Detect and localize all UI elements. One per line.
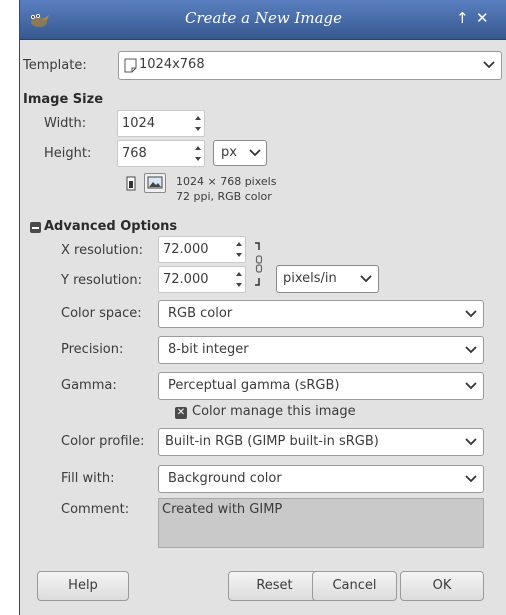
size-unit-value: px <box>221 145 237 160</box>
y-resolution-input[interactable]: 72.000 <box>158 266 246 293</box>
y-resolution-label: Y resolution: <box>61 273 142 288</box>
gamma-dropdown[interactable]: Perceptual gamma (sRGB) <box>158 372 484 400</box>
precision-value: 8-bit integer <box>168 342 249 357</box>
template-value: 1024x768 <box>139 57 205 72</box>
ok-button[interactable]: OK <box>400 571 484 601</box>
fill-with-label: Fill with: <box>61 471 115 486</box>
x-resolution-input[interactable]: 72.000 <box>158 236 246 263</box>
chevron-down-icon <box>249 149 261 157</box>
comment-textarea[interactable]: Created with GIMP <box>158 498 484 548</box>
x-resolution-value: 72.000 <box>163 242 209 257</box>
portrait-icon <box>126 176 136 191</box>
window-title: Create a New Image <box>184 9 343 27</box>
color-space-value: RGB color <box>168 306 233 321</box>
color-manage-label[interactable]: Color manage this image <box>192 404 356 419</box>
precision-label: Precision: <box>61 342 124 357</box>
size-unit-dropdown[interactable]: px <box>213 140 267 166</box>
chevron-down-icon <box>465 438 477 446</box>
chevron-down-icon <box>465 310 477 318</box>
height-value: 768 <box>122 146 147 161</box>
comment-label: Comment: <box>61 502 130 517</box>
title-bar[interactable]: Create a New Image ↑ ✕ <box>20 0 506 40</box>
image-size-heading: Image Size <box>23 92 104 107</box>
chain-link-icon[interactable] <box>254 240 264 290</box>
x-resolution-label: X resolution: <box>61 243 143 258</box>
chevron-down-icon <box>360 275 372 283</box>
chevron-down-icon <box>465 346 477 354</box>
pin-button[interactable]: ↑ <box>456 9 469 27</box>
resolution-unit-value: pixels/in <box>283 271 337 286</box>
fill-with-value: Background color <box>168 471 282 486</box>
fill-with-dropdown[interactable]: Background color <box>158 465 484 493</box>
chevron-down-icon <box>465 382 477 390</box>
landscape-button[interactable] <box>144 173 166 193</box>
close-button[interactable]: ✕ <box>476 9 489 27</box>
color-profile-value: Built-in RGB (GIMP built-in sRGB) <box>165 434 379 449</box>
y-res-spin-arrows-icon[interactable] <box>233 267 245 292</box>
image-size-info-dimensions: 1024 × 768 pixels <box>176 175 277 188</box>
color-space-label: Color space: <box>61 306 142 321</box>
gamma-label: Gamma: <box>61 378 117 393</box>
landscape-icon <box>147 176 163 189</box>
template-dropdown[interactable]: 1024x768 <box>118 51 502 80</box>
width-value: 1024 <box>122 116 156 131</box>
precision-dropdown[interactable]: 8-bit integer <box>158 336 484 364</box>
y-resolution-value: 72.000 <box>163 272 209 287</box>
height-input[interactable]: 768 <box>117 140 205 167</box>
help-button[interactable]: Help <box>37 571 129 601</box>
advanced-options-heading[interactable]: Advanced Options <box>44 219 177 234</box>
create-image-dialog: Create a New Image ↑ ✕ Template: 1024x76… <box>19 0 506 615</box>
resolution-unit-dropdown[interactable]: pixels/in <box>276 265 379 293</box>
x-res-spin-arrows-icon[interactable] <box>233 237 245 262</box>
collapse-advanced-icon[interactable] <box>30 222 41 233</box>
comment-value: Created with GIMP <box>162 502 283 517</box>
width-input[interactable]: 1024 <box>117 110 205 137</box>
cancel-button[interactable]: Cancel <box>312 571 397 601</box>
reset-button[interactable]: Reset <box>228 571 321 601</box>
chevron-down-icon <box>465 475 477 483</box>
portrait-button[interactable] <box>124 175 138 193</box>
width-label: Width: <box>44 116 87 131</box>
color-space-dropdown[interactable]: RGB color <box>158 300 484 328</box>
chevron-down-icon <box>483 61 495 69</box>
image-size-info-resolution: 72 ppi, RGB color <box>176 190 272 203</box>
template-label: Template: <box>23 58 87 73</box>
gamma-value: Perceptual gamma (sRGB) <box>168 378 340 393</box>
document-icon <box>124 58 137 73</box>
height-spin-arrows-icon[interactable] <box>192 141 204 166</box>
width-spin-arrows-icon[interactable] <box>192 111 204 136</box>
color-profile-label: Color profile: <box>61 434 145 449</box>
height-label: Height: <box>44 146 92 161</box>
color-manage-checkbox[interactable]: ✕ <box>175 407 187 419</box>
color-profile-dropdown[interactable]: Built-in RGB (GIMP built-in sRGB) <box>158 428 484 456</box>
